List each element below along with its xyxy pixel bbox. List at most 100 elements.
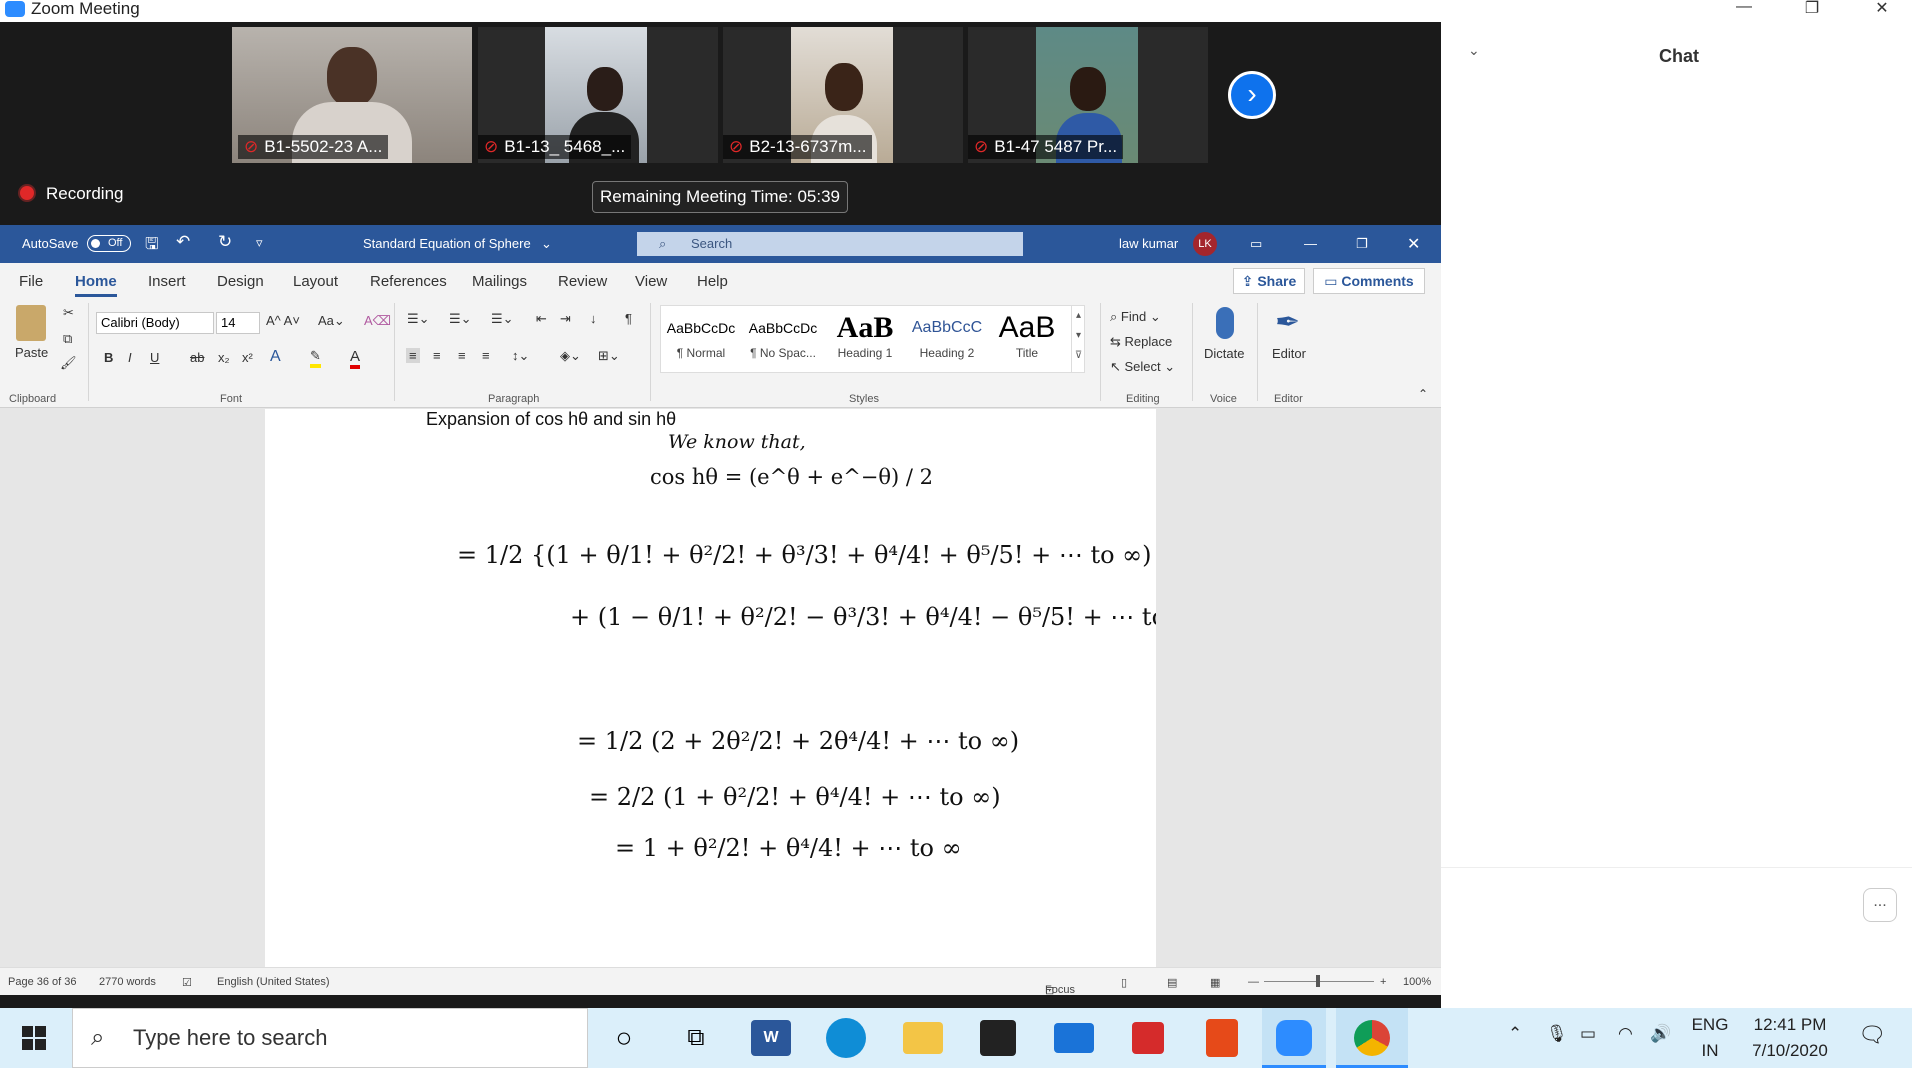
subscript-icon[interactable]: x₂: [218, 350, 230, 365]
participant-tile[interactable]: ⊘ B1-13_ 5468_...: [478, 27, 718, 163]
cut-icon[interactable]: ✂: [63, 305, 74, 321]
notifications-icon[interactable]: 🗨: [1858, 1022, 1886, 1048]
change-case-icon[interactable]: Aa⌄: [318, 313, 345, 329]
zoom-level[interactable]: 100%: [1403, 976, 1431, 988]
highlight-icon[interactable]: ✎: [310, 348, 321, 368]
style-normal[interactable]: AaBbCcDc ¶ Normal: [661, 310, 741, 360]
participant-tile[interactable]: ⊘ B1-47 5487 Pr...: [968, 27, 1208, 163]
next-page-button[interactable]: ›: [1228, 71, 1276, 119]
grow-font-icon[interactable]: A^ A˅: [266, 313, 300, 328]
dictate-button[interactable]: Dictate: [1204, 346, 1244, 361]
microphone-icon[interactable]: 🎙: [1546, 1024, 1568, 1044]
borders-icon[interactable]: ⊞⌄: [598, 348, 620, 364]
web-layout-icon[interactable]: ▦: [1210, 976, 1220, 989]
office-icon[interactable]: [1206, 1019, 1238, 1057]
minimize-icon[interactable]: —: [1724, 0, 1764, 16]
undo-icon[interactable]: ↶: [176, 232, 190, 252]
restore-icon[interactable]: ❐: [1356, 236, 1368, 252]
more-options-button[interactable]: ...: [1863, 888, 1897, 922]
close-icon[interactable]: ✕: [1407, 234, 1420, 254]
tab-references[interactable]: References: [370, 273, 447, 290]
close-icon[interactable]: ✕: [1862, 0, 1902, 18]
styles-gallery[interactable]: AaBbCcDc ¶ Normal AaBbCcDc ¶ No Spac... Aa…: [660, 305, 1085, 373]
replace-button[interactable]: ⇆ Replace: [1110, 334, 1172, 350]
wifi-icon[interactable]: ◠: [1618, 1024, 1633, 1044]
tab-view[interactable]: View: [635, 273, 667, 290]
clock[interactable]: 12:41 PM 7/10/2020: [1740, 1015, 1840, 1061]
task-view-icon[interactable]: ⧉: [674, 1016, 718, 1060]
word-search-box[interactable]: ⌕ Search: [637, 232, 1023, 256]
style-title[interactable]: AaB Title: [987, 310, 1067, 360]
tab-layout[interactable]: Layout: [293, 273, 338, 290]
font-name-select[interactable]: Calibri (Body): [96, 312, 214, 334]
customize-qat-icon[interactable]: ▿: [256, 235, 263, 251]
align-right-icon[interactable]: ≡: [458, 348, 466, 363]
increase-indent-icon[interactable]: ⇥: [560, 311, 571, 327]
decrease-indent-icon[interactable]: ⇤: [536, 311, 547, 327]
edge-icon[interactable]: [826, 1018, 866, 1058]
restore-icon[interactable]: ❐: [1792, 0, 1832, 18]
collapse-ribbon-icon[interactable]: ⌃: [1418, 387, 1428, 401]
superscript-icon[interactable]: x²: [242, 350, 253, 365]
numbering-icon[interactable]: ☰⌄: [449, 311, 472, 327]
tab-insert[interactable]: Insert: [148, 273, 186, 290]
document-title[interactable]: Standard Equation of Sphere: [363, 236, 531, 251]
zoom-slider-thumb[interactable]: [1316, 975, 1320, 987]
align-left-icon[interactable]: ≡: [406, 348, 420, 363]
chevron-up-icon[interactable]: ⌃: [1508, 1024, 1522, 1044]
page-count[interactable]: Page 36 of 36: [8, 976, 77, 988]
sort-icon[interactable]: ↓: [590, 311, 597, 326]
justify-icon[interactable]: ≡: [482, 348, 490, 363]
text-effects-icon[interactable]: A: [270, 348, 281, 366]
taskbar-search[interactable]: ⌕ Type here to search: [72, 1008, 588, 1068]
tab-file[interactable]: File: [19, 273, 43, 290]
proofing-icon[interactable]: ☑: [182, 976, 192, 989]
tab-review[interactable]: Review: [558, 273, 607, 290]
word-count[interactable]: 2770 words: [99, 976, 156, 988]
file-explorer-icon[interactable]: [903, 1022, 943, 1054]
store-icon[interactable]: [980, 1020, 1016, 1056]
ribbon-display-icon[interactable]: ▭: [1250, 236, 1262, 252]
styles-scroll[interactable]: ▴ ▾ ⊽: [1071, 306, 1085, 372]
zoom-out-icon[interactable]: —: [1248, 976, 1259, 988]
save-icon[interactable]: 🖫: [145, 233, 159, 260]
style-no-spacing[interactable]: AaBbCcDc ¶ No Spac...: [743, 310, 823, 360]
word-app-icon[interactable]: W: [751, 1020, 791, 1056]
tab-home[interactable]: Home: [75, 273, 117, 297]
line-spacing-icon[interactable]: ↕⌄: [512, 348, 529, 364]
volume-icon[interactable]: 🔊: [1650, 1024, 1671, 1044]
zoom-in-icon[interactable]: +: [1380, 976, 1386, 988]
align-center-icon[interactable]: ≡: [433, 348, 441, 363]
battery-icon[interactable]: ▭: [1580, 1024, 1596, 1044]
gift-icon[interactable]: [1132, 1022, 1164, 1054]
participant-tile[interactable]: ⊘ B2-13-6737m...: [723, 27, 963, 163]
multilevel-list-icon[interactable]: ☰⌄: [491, 311, 514, 327]
shading-icon[interactable]: ◈⌄: [560, 348, 581, 364]
style-heading-1[interactable]: AaB Heading 1: [825, 310, 905, 360]
share-button[interactable]: ⇪ Share: [1233, 268, 1305, 294]
select-button[interactable]: ↖ Select ⌄: [1110, 359, 1175, 375]
find-button[interactable]: ⌕ Find ⌄: [1110, 309, 1161, 325]
recording-indicator[interactable]: Recording: [20, 184, 124, 204]
underline-icon[interactable]: U: [150, 350, 159, 365]
tab-design[interactable]: Design: [217, 273, 264, 290]
tab-help[interactable]: Help: [697, 273, 728, 290]
italic-icon[interactable]: I: [128, 350, 132, 365]
zoom-taskbar-button[interactable]: [1262, 1008, 1326, 1068]
show-marks-icon[interactable]: ¶: [625, 311, 632, 326]
windows-start-icon[interactable]: [22, 1026, 46, 1050]
tab-mailings[interactable]: Mailings: [472, 273, 527, 290]
editor-pen-icon[interactable]: ✒: [1275, 305, 1300, 340]
chrome-taskbar-button[interactable]: [1336, 1008, 1408, 1068]
font-color-icon[interactable]: A: [350, 348, 361, 369]
editor-button[interactable]: Editor: [1272, 346, 1306, 361]
copy-icon[interactable]: ⧉: [63, 331, 72, 347]
microphone-icon[interactable]: [1216, 307, 1234, 339]
minimize-icon[interactable]: —: [1304, 236, 1317, 251]
read-mode-icon[interactable]: ▯: [1121, 976, 1127, 989]
format-painter-icon[interactable]: 🖌: [60, 355, 77, 371]
chevron-down-icon[interactable]: ⌄: [1468, 42, 1480, 59]
paste-button[interactable]: Paste: [15, 345, 48, 360]
bullets-icon[interactable]: ☰⌄: [407, 311, 430, 327]
strikethrough-icon[interactable]: ab: [190, 350, 204, 365]
